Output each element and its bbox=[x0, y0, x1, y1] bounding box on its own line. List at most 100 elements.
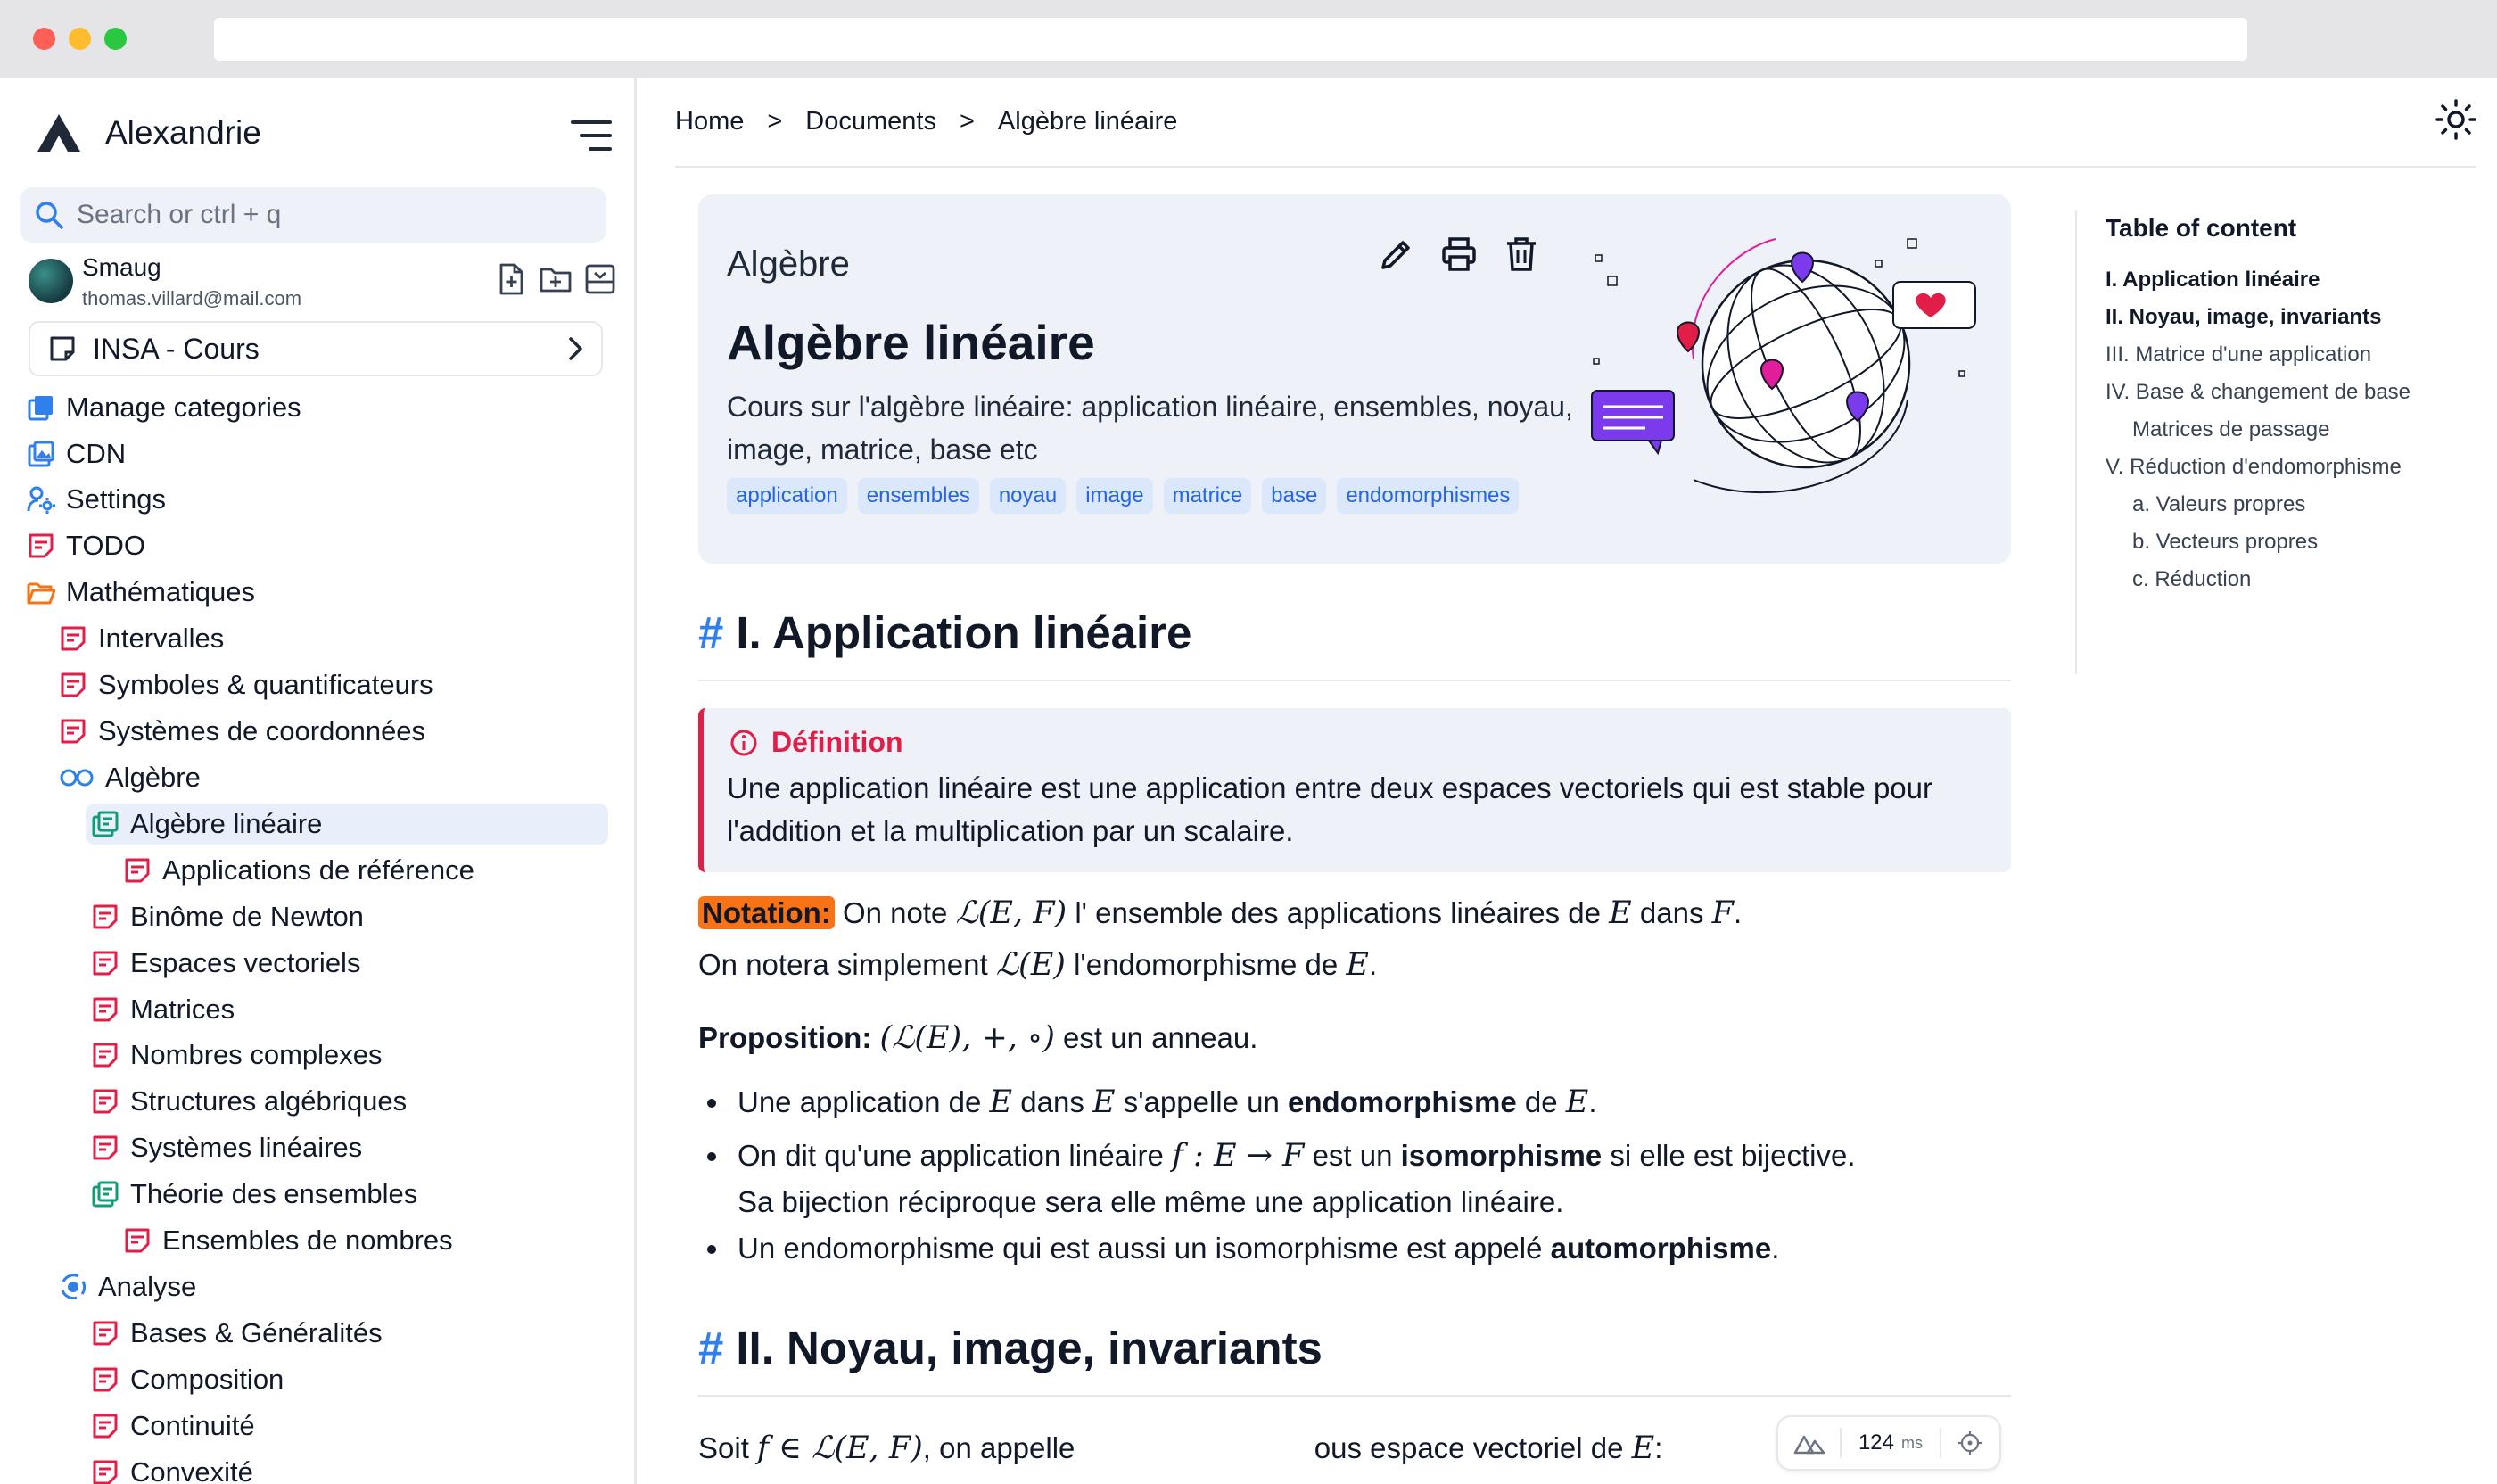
delete-button[interactable] bbox=[1503, 235, 1540, 273]
sidebar-item-mathematiques[interactable]: Mathématiques bbox=[27, 572, 255, 613]
crosshair-icon bbox=[1958, 1431, 1982, 1455]
sidebar-item-algebre-lineaire[interactable]: Algèbre linéaire bbox=[86, 804, 608, 845]
tag[interactable]: base bbox=[1262, 478, 1327, 514]
alexandrie-logo-icon bbox=[37, 114, 80, 152]
document-title: Algèbre linéaire bbox=[727, 315, 1095, 370]
document-icon bbox=[123, 1226, 152, 1255]
anchor-hash[interactable]: # bbox=[698, 607, 723, 658]
sidebar-item-applications-reference[interactable]: Applications de référence bbox=[123, 850, 474, 891]
breadcrumb-documents[interactable]: Documents bbox=[805, 107, 936, 136]
sidebar-item-structures-algebriques[interactable]: Structures algébriques bbox=[91, 1081, 407, 1122]
document-icon bbox=[123, 856, 152, 885]
search-input[interactable] bbox=[77, 200, 576, 230]
toc-item[interactable]: IV. Base & changement de base bbox=[2106, 380, 2410, 405]
new-document-button[interactable] bbox=[494, 262, 528, 296]
toc-item[interactable]: V. Réduction d'endomorphisme bbox=[2106, 455, 2402, 480]
sidebar-item-ensembles-nombres[interactable]: Ensembles de nombres bbox=[123, 1220, 453, 1261]
address-bar[interactable] bbox=[214, 18, 2247, 61]
devtools-logo-button[interactable] bbox=[1778, 1415, 1840, 1471]
user-actions bbox=[494, 262, 617, 296]
print-button[interactable] bbox=[1440, 235, 1478, 273]
header-divider bbox=[675, 166, 2476, 168]
breadcrumb-current[interactable]: Algèbre linéaire bbox=[998, 107, 1178, 136]
theme-toggle-button[interactable] bbox=[2435, 98, 2477, 141]
avatar[interactable] bbox=[29, 259, 73, 303]
tag[interactable]: image bbox=[1076, 478, 1153, 514]
printer-icon bbox=[1442, 237, 1476, 271]
edit-button[interactable] bbox=[1378, 235, 1415, 273]
document-icon bbox=[91, 1319, 119, 1348]
workspace-label: INSA - Cours bbox=[93, 332, 260, 365]
document-icon bbox=[91, 1134, 119, 1162]
section-heading: # II. Noyau, image, invariants bbox=[698, 1323, 1323, 1373]
sidebar-item-analyse[interactable]: Analyse bbox=[59, 1266, 196, 1307]
sidebar-item-bases-generalites[interactable]: Bases & Généralités bbox=[91, 1313, 383, 1354]
table-of-contents: Table of content I. Application linéaire… bbox=[2075, 210, 2468, 674]
sidebar-item-nombres-complexes[interactable]: Nombres complexes bbox=[91, 1035, 383, 1076]
info-icon bbox=[730, 730, 757, 755]
document-icon bbox=[59, 671, 87, 699]
document-icon bbox=[91, 995, 119, 1024]
document-icon bbox=[59, 624, 87, 653]
new-category-button[interactable] bbox=[539, 262, 573, 296]
toc-item[interactable]: c. Réduction bbox=[2132, 567, 2251, 592]
tag[interactable]: noyau bbox=[989, 478, 1067, 514]
document-icon bbox=[91, 949, 119, 977]
sidebar-item-algebre[interactable]: Algèbre bbox=[59, 757, 201, 798]
math-inline: E bbox=[1346, 947, 1369, 983]
inspect-button[interactable] bbox=[1941, 1415, 1999, 1471]
sidebar-item-settings[interactable]: Settings bbox=[27, 479, 166, 520]
toc-item[interactable]: I. Application linéaire bbox=[2106, 268, 2320, 293]
document-category[interactable]: Algèbre bbox=[727, 244, 850, 284]
sidebar-item-cdn[interactable]: CDN bbox=[27, 433, 126, 474]
sidebar-item-systemes-lineaires[interactable]: Systèmes linéaires bbox=[91, 1127, 362, 1168]
maximize-window-button[interactable] bbox=[104, 28, 127, 50]
sidebar-item-todo[interactable]: TODO bbox=[27, 525, 145, 566]
toc-title: Table of content bbox=[2106, 214, 2297, 242]
anchor-hash[interactable]: # bbox=[698, 1323, 723, 1373]
breadcrumb-home[interactable]: Home bbox=[675, 107, 744, 136]
sidebar-item-theorie-ensembles[interactable]: Théorie des ensembles bbox=[91, 1174, 417, 1215]
sidebar-item-composition[interactable]: Composition bbox=[91, 1359, 284, 1400]
tag[interactable]: matrice bbox=[1163, 478, 1252, 514]
sun-icon bbox=[2435, 99, 2476, 140]
brand[interactable]: Alexandrie bbox=[36, 112, 261, 153]
document-icon bbox=[91, 1458, 119, 1484]
sidebar-item-matrices[interactable]: Matrices bbox=[91, 989, 235, 1030]
menu-toggle-button[interactable] bbox=[571, 118, 612, 153]
minimize-window-button[interactable] bbox=[69, 28, 91, 50]
math-inline: ℒ(E) bbox=[995, 947, 1066, 983]
breadcrumb: Home > Documents > Algèbre linéaire bbox=[675, 107, 1177, 136]
close-window-button[interactable] bbox=[33, 28, 55, 50]
workspace-selector[interactable]: INSA - Cours bbox=[29, 321, 603, 376]
toc-item[interactable]: Matrices de passage bbox=[2132, 417, 2329, 442]
search-box[interactable] bbox=[20, 187, 606, 243]
categories-icon bbox=[27, 393, 55, 422]
proposition-label: Proposition: bbox=[698, 1021, 872, 1054]
section-divider bbox=[698, 680, 2011, 681]
sidebar-item-coordonnees[interactable]: Systèmes de coordonnées bbox=[59, 711, 425, 752]
sidebar-item-symboles[interactable]: Symboles & quantificateurs bbox=[59, 664, 433, 705]
sidebar-item-manage-categories[interactable]: Manage categories bbox=[27, 387, 301, 428]
import-button[interactable] bbox=[583, 262, 617, 296]
list-item: On dit qu'une application linéaire f : E… bbox=[698, 1133, 2018, 1179]
user-name: Smaug bbox=[82, 253, 161, 281]
sidebar-item-convexite[interactable]: Convexité bbox=[91, 1452, 253, 1484]
toc-item[interactable]: a. Valeurs propres bbox=[2132, 492, 2305, 517]
category-doc-icon bbox=[91, 810, 119, 838]
toc-item[interactable]: b. Vecteurs propres bbox=[2132, 530, 2318, 555]
sidebar-item-binome[interactable]: Binôme de Newton bbox=[91, 896, 364, 937]
sidebar-item-continuite[interactable]: Continuité bbox=[91, 1406, 255, 1447]
sidebar-item-intervalles[interactable]: Intervalles bbox=[59, 618, 224, 659]
tag[interactable]: ensembles bbox=[857, 478, 979, 514]
proposition-line: Proposition: (ℒ(E), +, ∘) est un anneau. bbox=[698, 1020, 1258, 1056]
toc-item[interactable]: III. Matrice d'une application bbox=[2106, 342, 2371, 367]
definition-box: Définition Une application linéaire est … bbox=[698, 708, 2011, 872]
toc-item[interactable]: II. Noyau, image, invariants bbox=[2106, 305, 2381, 330]
folder-open-icon bbox=[27, 578, 55, 606]
tag[interactable]: application bbox=[727, 478, 847, 514]
trash-icon bbox=[1507, 237, 1536, 271]
sidebar-item-espaces-vectoriels[interactable]: Espaces vectoriels bbox=[91, 943, 360, 984]
section-heading: # I. Application linéaire bbox=[698, 607, 1192, 658]
tag[interactable]: endomorphismes bbox=[1337, 478, 1520, 514]
